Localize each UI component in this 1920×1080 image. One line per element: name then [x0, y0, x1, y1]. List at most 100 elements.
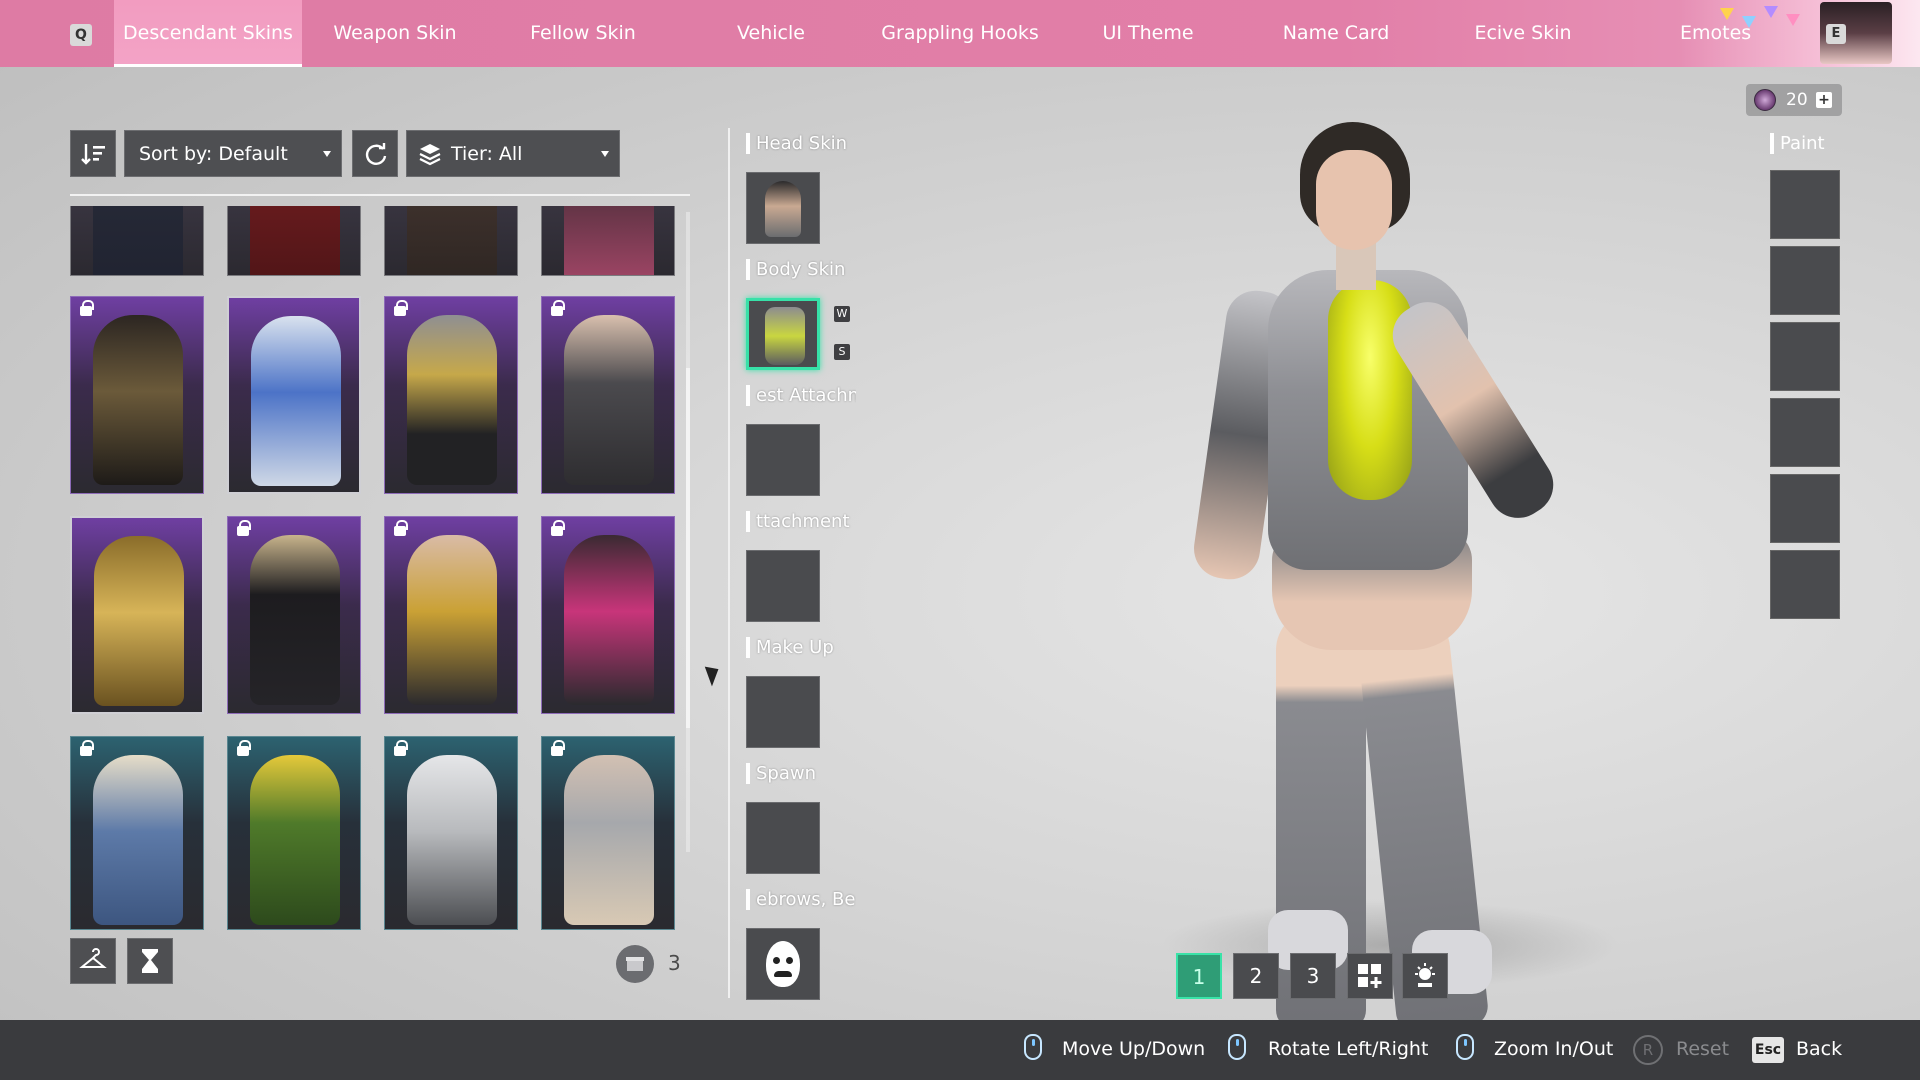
skin-card[interactable] [384, 206, 518, 276]
tab-grappling-hooks[interactable]: Grappling Hooks [866, 0, 1054, 67]
skin-thumbnail [93, 315, 183, 485]
lock-icon [551, 520, 565, 536]
skin-card[interactable] [541, 296, 675, 494]
paint-slot[interactable] [1770, 322, 1840, 391]
paint-slot[interactable] [1770, 398, 1840, 467]
paint-slot[interactable] [1770, 246, 1840, 315]
layers-icon [419, 144, 441, 166]
body-skin-thumbnail [765, 307, 805, 365]
chevron-down-icon [601, 151, 609, 157]
skin-grid [70, 206, 680, 936]
category-tab-bar: Q Descendant Skins Weapon Skin Fellow Sk… [0, 0, 1920, 67]
lock-icon [80, 300, 94, 316]
skin-card[interactable] [541, 206, 675, 276]
esc-key-icon: Esc [1752, 1037, 1784, 1063]
skin-card[interactable] [227, 296, 361, 494]
next-tab-key[interactable]: E [1826, 24, 1846, 44]
lighting-button[interactable] [1402, 953, 1448, 999]
slot-label-make-up: Make Up [746, 637, 856, 658]
sort-order-button[interactable] [70, 130, 116, 177]
slot-label-head-skin: Head Skin [746, 133, 856, 154]
preset-2-button[interactable]: 2 [1233, 953, 1279, 999]
currency-coin-icon [1754, 89, 1776, 111]
skin-card[interactable] [384, 736, 518, 930]
lock-icon [394, 300, 408, 316]
lock-icon [237, 740, 251, 756]
paint-slot[interactable] [1770, 474, 1840, 543]
limited-time-button[interactable] [127, 938, 173, 984]
mouse-wheel-icon [1024, 1034, 1042, 1060]
slot-head-skin[interactable] [746, 172, 820, 244]
tab-descendant-skins[interactable]: Descendant Skins [114, 0, 302, 67]
face-mustache-icon [766, 941, 800, 987]
lock-icon [80, 740, 94, 756]
divider [70, 194, 690, 196]
character-face [1316, 150, 1392, 250]
preset-3-button[interactable]: 3 [1290, 953, 1336, 999]
skin-card[interactable] [70, 296, 204, 494]
add-currency-button[interactable]: + [1816, 92, 1832, 108]
tab-name-card[interactable]: Name Card [1242, 0, 1430, 67]
prev-tab-key[interactable]: Q [70, 24, 92, 46]
tab-ecive-skin[interactable]: Ecive Skin [1430, 0, 1616, 67]
skin-list-panel: Sort by: Default Tier: All 3 [70, 128, 690, 998]
slot-chest-attachment[interactable] [746, 424, 820, 496]
skin-card[interactable] [70, 206, 204, 276]
slot-make-up[interactable] [746, 676, 820, 748]
skin-card[interactable] [70, 736, 204, 930]
skin-thumbnail [564, 755, 654, 925]
tab-emotes[interactable]: Emotes [1616, 0, 1802, 67]
skin-thumbnail [407, 315, 497, 485]
skin-card[interactable] [227, 206, 361, 276]
lock-icon [551, 740, 565, 756]
sort-dropdown[interactable]: Sort by: Default [124, 130, 342, 177]
skin-thumbnail [250, 535, 340, 705]
key-w: W [834, 306, 850, 322]
mouse-drag-icon [1228, 1034, 1246, 1060]
slot-body-skin[interactable] [746, 298, 820, 370]
character-suit-core [1328, 280, 1412, 500]
slot-label-spawn: Spawn [746, 763, 856, 784]
tier-dropdown[interactable]: Tier: All [406, 130, 620, 177]
slot-label-chest-attachment: est Attachn [746, 385, 856, 406]
tab-weapon-skin[interactable]: Weapon Skin [300, 0, 490, 67]
slot-spawn[interactable] [746, 802, 820, 874]
skin-card[interactable] [384, 296, 518, 494]
skin-thumbnail [564, 206, 654, 275]
slot-label-body-skin: Body Skin [746, 259, 856, 280]
currency-display: 20 + [1746, 84, 1842, 116]
skin-card[interactable] [541, 516, 675, 714]
equip-slot-column: Head Skin Body Skin W S est Attachn ttac… [728, 128, 868, 1008]
mouse-cursor-icon [704, 662, 724, 687]
preset-1-button[interactable]: 1 [1176, 953, 1222, 999]
back-button[interactable]: Back [1796, 1038, 1842, 1060]
paint-slot[interactable] [1770, 170, 1840, 239]
skin-card[interactable] [227, 736, 361, 930]
lock-icon [394, 740, 408, 756]
reset-button[interactable]: Reset [1676, 1038, 1729, 1060]
skin-thumbnail [407, 535, 497, 705]
slot-label-eyebrows: ebrows, Be [746, 889, 856, 910]
scrollbar-thumb[interactable] [686, 368, 690, 728]
tab-fellow-skin[interactable]: Fellow Skin [490, 0, 676, 67]
add-preset-button[interactable] [1347, 953, 1393, 999]
add-preset-icon [1358, 964, 1382, 988]
head-skin-thumbnail [765, 181, 801, 237]
paint-slot[interactable] [1770, 550, 1840, 619]
lock-icon [237, 520, 251, 536]
skin-card[interactable] [541, 736, 675, 930]
character-preview[interactable] [1150, 110, 1570, 1034]
tab-ui-theme[interactable]: UI Theme [1054, 0, 1242, 67]
skin-card[interactable] [70, 516, 204, 714]
tab-vehicle[interactable]: Vehicle [676, 0, 866, 67]
skin-card[interactable] [384, 516, 518, 714]
slot-label-attachment: ttachment [746, 511, 856, 532]
hint-rotate: Rotate Left/Right [1268, 1038, 1429, 1060]
skin-card[interactable] [227, 516, 361, 714]
reset-filter-button[interactable] [352, 130, 398, 177]
slot-attachment[interactable] [746, 550, 820, 622]
wardrobe-button[interactable] [70, 938, 116, 984]
skin-thumbnail [251, 316, 341, 486]
refresh-icon [365, 143, 387, 165]
slot-eyebrows[interactable] [746, 928, 820, 1000]
